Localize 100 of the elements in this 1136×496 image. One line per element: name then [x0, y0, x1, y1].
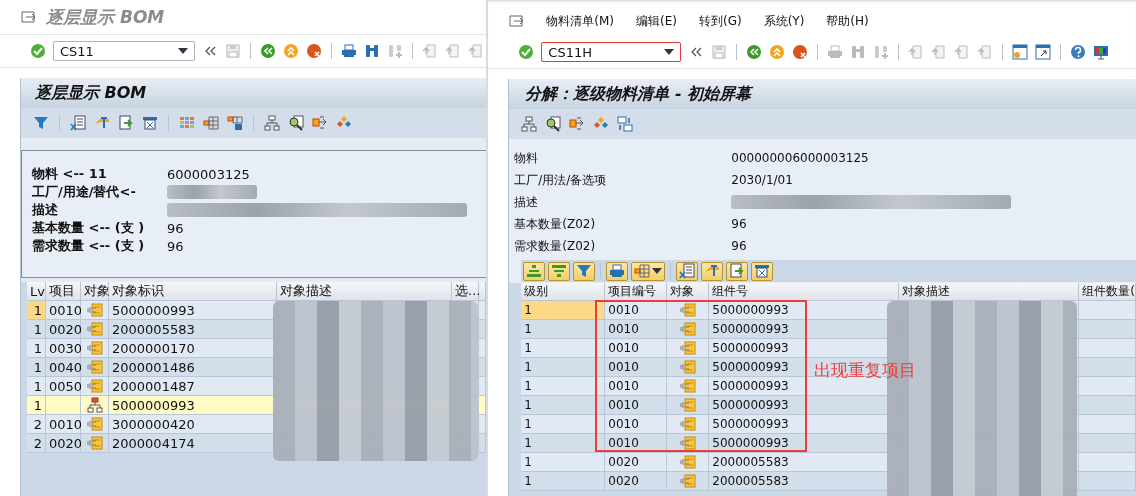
back-icon[interactable]: [746, 44, 763, 60]
command-field[interactable]: CS11H: [541, 42, 682, 62]
field-label: 描述: [32, 201, 59, 219]
field-value: 96: [167, 238, 184, 254]
dropdown-caret-icon[interactable]: [178, 48, 188, 54]
menu-item[interactable]: 编辑(E): [636, 12, 677, 30]
column-header[interactable]: 组件号: [709, 283, 900, 301]
field-value: 96: [731, 217, 747, 231]
dropdown-caret-icon[interactable]: [664, 49, 675, 55]
level-cell[interactable]: 1: [521, 472, 606, 491]
column-header[interactable]: 对象: [81, 282, 109, 301]
item-number-cell: 0020: [605, 472, 668, 491]
back-icon[interactable]: [260, 43, 276, 59]
page-icon[interactable]: [908, 44, 925, 60]
help-icon[interactable]: [1070, 44, 1087, 60]
material-icon: [86, 359, 103, 375]
level-cell[interactable]: 1: [27, 339, 46, 358]
level-cell[interactable]: 1: [521, 339, 606, 358]
grid-icon[interactable]: [179, 115, 195, 131]
arrow-out-icon[interactable]: [312, 115, 328, 131]
monitor-icon[interactable]: [1093, 44, 1110, 60]
hierarchy-icon[interactable]: [264, 115, 280, 131]
page-icon[interactable]: [977, 44, 994, 60]
level-cell[interactable]: 1: [521, 377, 606, 396]
level-cell[interactable]: 1: [27, 301, 46, 320]
menu-item[interactable]: 物料清单(M): [546, 12, 615, 30]
hierarchy-icon: [86, 397, 103, 413]
cancel-icon[interactable]: [792, 44, 809, 60]
item-cell: 0020: [46, 434, 81, 453]
column-header[interactable]: 级别: [521, 283, 606, 301]
field-label: 工厂/用途/替代<-: [32, 183, 137, 201]
shortcut-icon[interactable]: [1035, 44, 1052, 60]
menu-item[interactable]: 帮助(H): [826, 12, 869, 30]
level-cell[interactable]: 1: [27, 320, 46, 339]
sort-icon[interactable]: [94, 115, 110, 131]
magnifier-icon[interactable]: [545, 116, 562, 132]
item-number-cell: 0010: [605, 415, 668, 434]
page-icon[interactable]: [468, 43, 484, 59]
exit-icon[interactable]: [283, 43, 299, 59]
column-header[interactable]: 组件数量(: [1079, 283, 1136, 301]
field-label: 需求数量(Z02): [514, 237, 597, 255]
page-icon[interactable]: [445, 43, 461, 59]
column-header[interactable]: 项目: [46, 282, 81, 301]
column-header[interactable]: 对象描述: [277, 282, 452, 301]
checkmark-icon[interactable]: [30, 43, 46, 59]
material-icon: [86, 302, 103, 318]
arrow-out-icon[interactable]: [569, 116, 586, 132]
field-value: 2030/1/01: [731, 173, 793, 187]
field-value: 000000006000003125: [731, 151, 869, 165]
binoculars-icon[interactable]: [364, 43, 380, 59]
hierarchy-icon[interactable]: [521, 116, 538, 132]
item-cell: 0030: [46, 339, 81, 358]
column-header[interactable]: 选...: [452, 282, 479, 301]
filter-icon[interactable]: [33, 115, 49, 131]
exit-icon[interactable]: [769, 44, 786, 60]
layout-button[interactable]: [631, 261, 666, 281]
level-cell[interactable]: 1: [521, 396, 606, 415]
column-header[interactable]: 对象: [667, 283, 710, 301]
page-icon[interactable]: [931, 44, 948, 60]
level-cell[interactable]: 1: [521, 415, 606, 434]
page-icon[interactable]: [422, 43, 438, 59]
find-next-icon[interactable]: [873, 44, 890, 60]
command-field[interactable]: CS11: [53, 41, 195, 61]
level-cell[interactable]: 2: [27, 434, 46, 453]
exit-window-icon[interactable]: [20, 9, 36, 25]
magnifier-icon[interactable]: [288, 115, 304, 131]
panel-title: 分解：逐级物料清单 - 初始屏幕: [509, 79, 1136, 109]
spreadsheet-export-icon[interactable]: [70, 115, 86, 131]
column-header[interactable]: 对象标识: [109, 282, 277, 301]
level-cell[interactable]: 1: [521, 320, 606, 339]
level-cell[interactable]: 1: [27, 396, 46, 415]
grid-save-icon[interactable]: [227, 115, 243, 131]
column-header[interactable]: 项目编号: [605, 283, 668, 301]
level-cell[interactable]: 1: [27, 377, 46, 396]
printer-icon[interactable]: [341, 43, 357, 59]
menu-item[interactable]: 系统(Y): [763, 12, 805, 30]
cancel-icon[interactable]: [306, 43, 322, 59]
level-cell[interactable]: 1: [27, 358, 46, 377]
page-icon[interactable]: [954, 44, 971, 60]
level-cell[interactable]: 1: [521, 301, 606, 320]
exit-window-icon[interactable]: [508, 13, 525, 29]
find-next-icon[interactable]: [387, 43, 403, 59]
item-cell: 0020: [46, 320, 81, 339]
level-cell[interactable]: 1: [521, 434, 606, 453]
export-icon[interactable]: [118, 115, 134, 131]
field-label: 物料 <-- 11: [32, 165, 108, 183]
material-icon: [86, 378, 103, 394]
document-icon[interactable]: [142, 115, 158, 131]
level-cell[interactable]: 1: [521, 453, 606, 472]
swap-icon[interactable]: [617, 116, 634, 132]
new-window-icon[interactable]: [1012, 44, 1029, 60]
dropdown-caret-icon[interactable]: [652, 268, 663, 274]
checkmark-icon[interactable]: [518, 44, 535, 60]
column-header[interactable]: 对象描述: [899, 283, 1080, 301]
menu-item[interactable]: 转到(G): [699, 12, 742, 30]
level-cell[interactable]: 1: [521, 358, 606, 377]
material-icon: [679, 359, 696, 375]
column-grid-icon[interactable]: [203, 115, 219, 131]
level-cell[interactable]: 2: [27, 415, 46, 434]
column-header[interactable]: Lv: [27, 282, 46, 301]
